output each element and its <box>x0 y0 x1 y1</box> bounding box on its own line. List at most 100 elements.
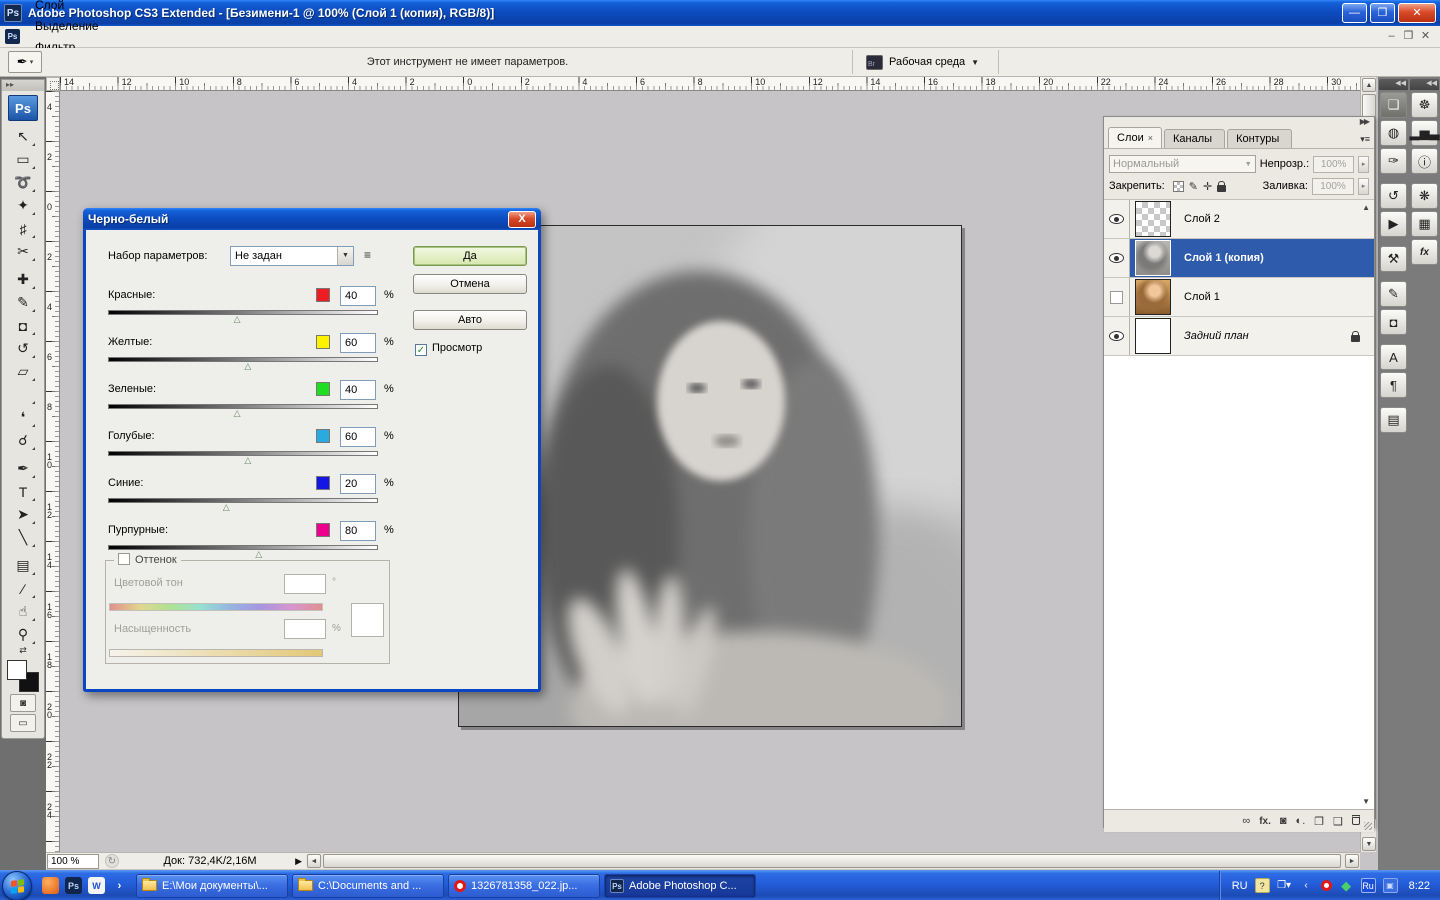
lock-transparency-icon[interactable] <box>1173 181 1184 192</box>
layer-thumbnail[interactable] <box>1135 318 1171 354</box>
tool-line[interactable]: ╲ <box>9 526 37 549</box>
close-button[interactable]: ✕ <box>1398 3 1436 23</box>
slider-thumb[interactable]: △ <box>234 409 241 418</box>
new-layer-icon[interactable]: ❑ <box>1333 815 1343 828</box>
punto-language-icon[interactable]: Ru <box>1361 878 1376 893</box>
styles-icon[interactable]: fx <box>1411 239 1438 265</box>
clone-source-icon[interactable]: ◘ <box>1380 309 1407 335</box>
tool-notes[interactable]: ▤ <box>9 554 37 577</box>
swap-colors-icon[interactable]: ⇄ <box>2 646 44 656</box>
tool-clone-stamp[interactable]: ◘ <box>9 314 37 337</box>
toolbox-collapse-header[interactable]: ▸▸ <box>2 80 44 91</box>
minimize-button[interactable]: — <box>1342 3 1367 23</box>
tool-preset-picker[interactable]: ✒ ▾ <box>8 51 42 73</box>
delete-layer-icon[interactable] <box>1352 815 1360 828</box>
bridge-icon[interactable]: Br <box>866 55 883 70</box>
opera-tray-icon[interactable] <box>1321 880 1332 891</box>
quick-launch-expand-icon[interactable]: › <box>111 877 128 894</box>
doc-close-icon[interactable]: ✕ <box>1417 29 1434 44</box>
menu-item[interactable]: Слой <box>26 0 135 16</box>
scroll-down-icon[interactable]: ▼ <box>1362 797 1370 806</box>
slider-thumb[interactable]: △ <box>234 315 241 324</box>
character-icon[interactable]: A <box>1380 344 1407 370</box>
doc-restore-icon[interactable]: ❐ <box>1400 29 1417 44</box>
scroll-up-icon[interactable]: ▲ <box>1362 78 1376 92</box>
scroll-down-icon[interactable]: ▼ <box>1362 837 1376 851</box>
tool-type[interactable]: T <box>9 480 37 503</box>
channel-value-input[interactable] <box>340 427 376 447</box>
slider-thumb[interactable]: △ <box>255 550 262 559</box>
tool-dodge[interactable]: ☌ <box>9 429 37 452</box>
layer-name[interactable]: Слой 1 <box>1184 291 1220 303</box>
keyboard-help-icon[interactable]: ? <box>1255 878 1270 893</box>
hue-input[interactable] <box>284 574 326 594</box>
tool-move[interactable]: ↖ <box>9 125 37 148</box>
tool-lasso[interactable]: ➰ <box>9 171 37 194</box>
layer-name[interactable]: Слой 2 <box>1184 213 1220 225</box>
gem-tray-icon[interactable]: ◆ <box>1339 878 1354 893</box>
tool-pen[interactable]: ✒ <box>9 457 37 480</box>
layer-thumbnail[interactable] <box>1135 240 1171 276</box>
task-folder-c[interactable]: C:\Documents and ... <box>292 874 444 898</box>
window-tray-icon[interactable]: ❐▾ <box>1277 878 1292 893</box>
tool-crop[interactable]: ♯ <box>9 217 37 240</box>
resize-grip[interactable] <box>1364 822 1372 830</box>
tool-eyedropper[interactable]: ∕ <box>9 577 37 600</box>
status-menu-arrow-icon[interactable]: ▶ <box>295 856 302 867</box>
restore-button[interactable]: ❐ <box>1370 3 1395 23</box>
adjustment-layer-icon[interactable]: ◐. <box>1296 815 1306 827</box>
tab-layers[interactable]: Слои × <box>1108 127 1162 148</box>
tab-channels[interactable]: Каналы <box>1164 129 1225 148</box>
hue-slider[interactable] <box>109 603 323 611</box>
lock-paint-icon[interactable]: ✎ <box>1189 180 1198 193</box>
channel-slider-track[interactable] <box>108 357 378 362</box>
tint-checkbox[interactable]: Оттенок <box>114 553 181 566</box>
tool-history-brush[interactable]: ↺ <box>9 337 37 360</box>
layer-style-icon[interactable]: fx. <box>1259 815 1271 827</box>
panel-menu-icon[interactable]: ▾≡ <box>1360 134 1370 145</box>
task-photoshop[interactable]: Ps Adobe Photoshop C... <box>604 874 756 898</box>
language-indicator[interactable]: RU <box>1232 880 1248 892</box>
tool-healing-brush[interactable]: ✚ <box>9 268 37 291</box>
quick-launch-photoshop-icon[interactable]: Ps <box>65 877 82 894</box>
channel-slider-track[interactable] <box>108 545 378 550</box>
layer-thumbnail[interactable] <box>1135 201 1171 237</box>
quick-launch-word-icon[interactable]: W <box>88 877 105 894</box>
brushes-icon[interactable]: ✎ <box>1380 281 1407 307</box>
layer-row[interactable]: Слой 2 <box>1104 200 1374 239</box>
tool-eraser[interactable]: ▱ <box>9 360 37 383</box>
tool-gradient[interactable] <box>9 383 37 406</box>
photoshop-logo-button[interactable]: Ps <box>8 95 38 121</box>
layer-mask-icon[interactable]: ◙ <box>1280 815 1287 827</box>
blend-mode-dropdown[interactable]: Нормальный ▼ <box>1109 155 1256 173</box>
tint-color-swatch[interactable] <box>351 603 384 637</box>
history-icon[interactable]: ↺ <box>1380 183 1407 209</box>
zoom-level-field[interactable]: 100 % <box>47 854 99 869</box>
tool-marquee[interactable]: ▭ <box>9 148 37 171</box>
scrollbar-thumb[interactable] <box>323 854 1341 868</box>
channel-value-input[interactable] <box>340 521 376 541</box>
dock-collapse-header[interactable]: ◀◀ <box>1379 79 1408 90</box>
vertical-ruler[interactable]: 42024681012141618202224 <box>46 91 60 852</box>
collapse-tray-icon[interactable]: ‹ <box>1299 878 1314 893</box>
tab-paths[interactable]: Контуры <box>1227 129 1292 148</box>
channel-slider-track[interactable] <box>108 404 378 409</box>
lock-all-icon[interactable] <box>1217 185 1226 192</box>
task-folder-e[interactable]: E:\Мои документы\... <box>136 874 288 898</box>
layer-row[interactable]: Задний план <box>1104 317 1374 356</box>
checkbox-unchecked-icon[interactable] <box>118 553 130 565</box>
workspace-button[interactable]: Br Рабочая среда ▼ <box>858 50 987 74</box>
scroll-right-icon[interactable]: ► <box>1345 854 1359 868</box>
saturation-input[interactable] <box>284 619 326 639</box>
tool-zoom[interactable]: ⚲ <box>9 623 37 646</box>
layer-group-icon[interactable]: ❐ <box>1314 815 1324 828</box>
saturation-slider[interactable] <box>109 649 323 657</box>
tool-brush[interactable]: ✎ <box>9 291 37 314</box>
channel-value-input[interactable] <box>340 333 376 353</box>
histogram-icon[interactable]: ▂▅▃ <box>1411 120 1438 146</box>
scroll-up-icon[interactable]: ▲ <box>1362 203 1370 212</box>
visibility-toggle[interactable] <box>1104 317 1130 355</box>
channel-slider-track[interactable] <box>108 310 378 315</box>
pen-paths-icon[interactable]: ✑ <box>1380 148 1407 174</box>
lock-position-icon[interactable]: ✛ <box>1203 180 1212 193</box>
